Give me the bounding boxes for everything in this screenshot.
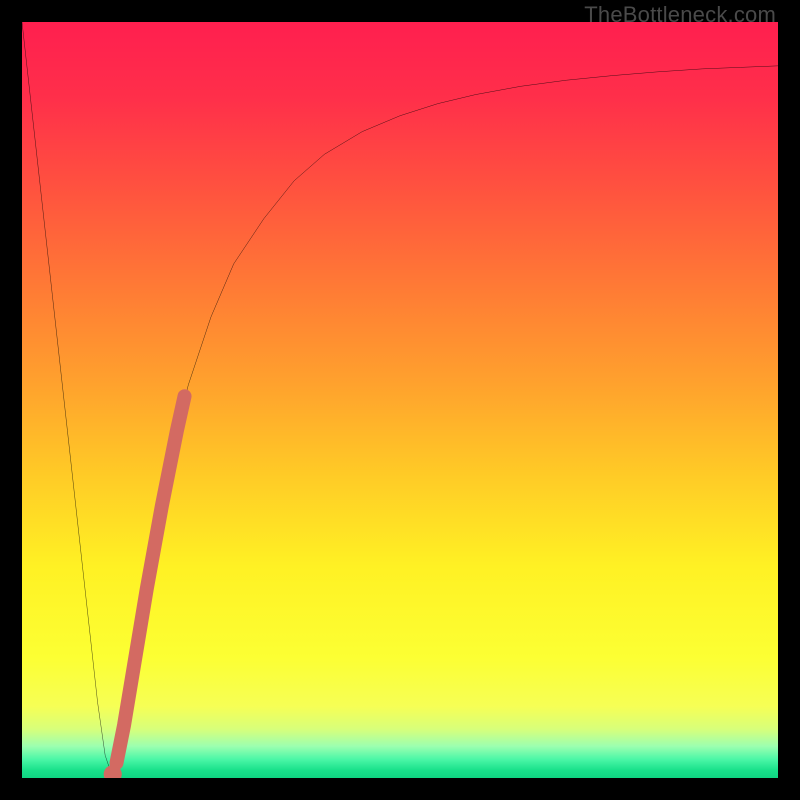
highlight-segment bbox=[117, 396, 185, 763]
plot-area bbox=[22, 22, 778, 778]
curve-layer bbox=[22, 22, 778, 778]
chart-frame: TheBottleneck.com bbox=[0, 0, 800, 800]
